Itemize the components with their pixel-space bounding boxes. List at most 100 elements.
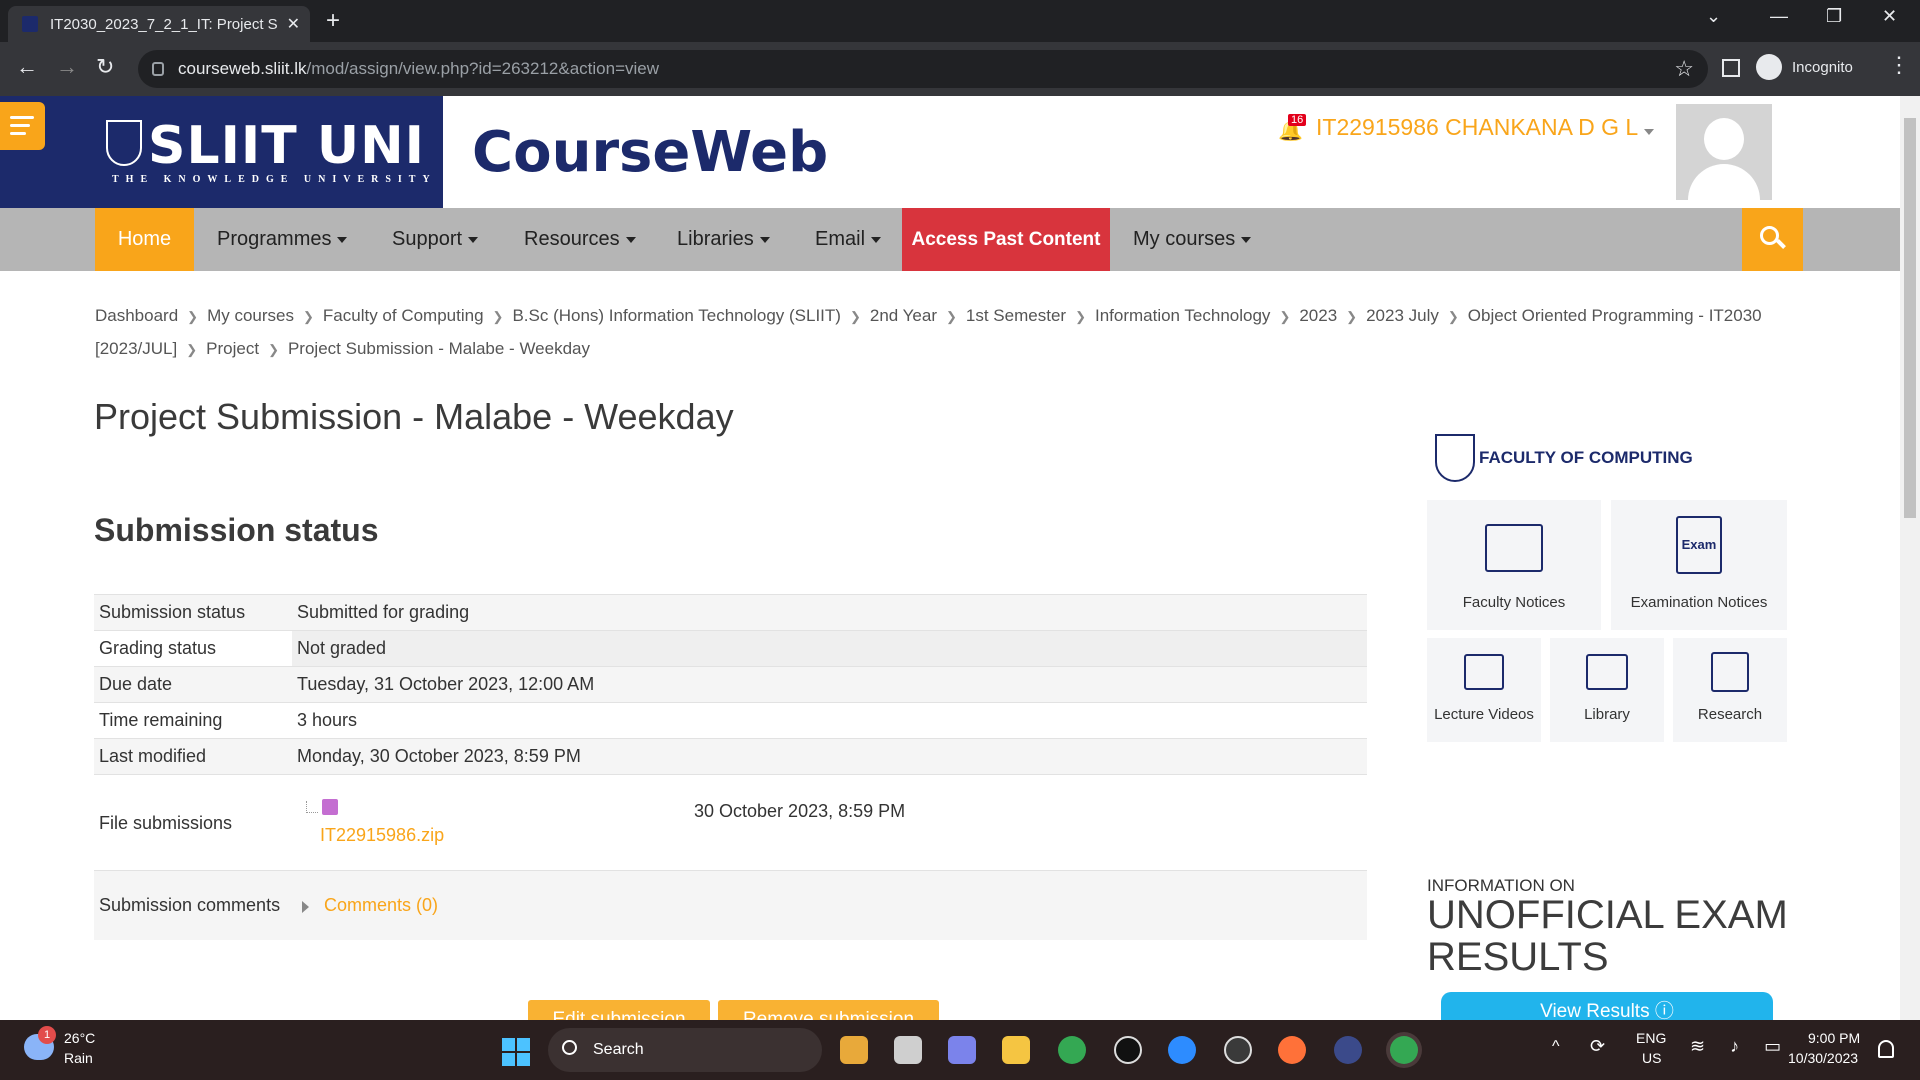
tab-search-icon[interactable]: ⌄ (1706, 6, 1721, 27)
submission-comments-row: Submission comments Comments (0) (94, 870, 1367, 940)
comments-link[interactable]: Comments (0) (324, 895, 438, 916)
breadcrumb-item[interactable]: My courses (207, 306, 294, 325)
nav-programmes[interactable]: Programmes (217, 208, 348, 271)
nav-home[interactable]: Home (95, 208, 194, 271)
taskbar-search[interactable]: Search (548, 1028, 822, 1072)
breadcrumb-item[interactable]: 1st Semester (966, 306, 1066, 325)
nav-support-label: Support (392, 228, 463, 250)
breadcrumb: Dashboard ❯ My courses ❯ Faculty of Computin… (95, 306, 1762, 358)
breadcrumb-item[interactable]: Faculty of Computing (323, 306, 484, 325)
breadcrumb-item[interactable]: 2023 (1299, 306, 1337, 325)
scrollbar-thumb[interactable] (1904, 118, 1916, 518)
sliit-shield-icon (106, 120, 142, 166)
forward-icon[interactable]: → (56, 54, 78, 80)
taskbar-search-label: Search (593, 1041, 644, 1058)
table-row: Due date Tuesday, 31 October 2023, 12:00 … (94, 666, 1367, 703)
close-window-icon[interactable]: ✕ (1882, 6, 1897, 27)
notification-center-icon[interactable] (1878, 1040, 1894, 1058)
browser-menu-icon[interactable]: ⋮ (1888, 52, 1910, 78)
obs-icon[interactable] (1224, 1036, 1252, 1064)
nav-resources[interactable]: Resources (524, 208, 636, 271)
faculty-shield-icon (1435, 434, 1475, 482)
eclipse-icon[interactable] (1334, 1036, 1362, 1064)
teams-chat-icon[interactable] (948, 1036, 976, 1064)
avatar[interactable] (1676, 104, 1772, 200)
url-field[interactable]: courseweb.sliit.lk/mod/assign/view.php?i… (138, 50, 1708, 88)
wifi-volume-battery-icons[interactable]: ≋ ♪ ▭ (1690, 1036, 1791, 1057)
archive-file-icon (322, 799, 338, 815)
row-value: Not graded (292, 630, 1367, 667)
chevron-down-icon (1241, 236, 1252, 243)
tray-overflow-icon[interactable]: ^ (1552, 1038, 1560, 1056)
nav-email[interactable]: Email (815, 208, 882, 271)
expand-arrow-icon[interactable] (302, 901, 309, 913)
breadcrumb-item[interactable]: Project (206, 339, 259, 358)
tile-research[interactable]: Research (1673, 638, 1787, 742)
breadcrumb-item[interactable]: B.Sc (Hons) Information Technology (SLII… (512, 306, 841, 325)
breadcrumb-item[interactable]: Information Technology (1095, 306, 1270, 325)
row-label: Grading status (94, 630, 292, 667)
section-title: Submission status (94, 512, 379, 548)
search-icon (562, 1040, 577, 1055)
reload-icon[interactable]: ↻ (96, 54, 114, 80)
nav-access-past-content[interactable]: Access Past Content (902, 208, 1110, 271)
brand-title[interactable]: CourseWeb (472, 120, 828, 185)
page-scrollbar[interactable] (1900, 96, 1920, 1020)
file-link[interactable]: IT22915986.zip (320, 825, 444, 846)
minimize-icon[interactable]: — (1770, 6, 1788, 27)
clock-date[interactable]: 10/30/2023 (1788, 1050, 1858, 1066)
keyboard-layout-indicator[interactable]: US (1642, 1050, 1661, 1066)
back-icon[interactable]: ← (16, 54, 38, 80)
close-tab-icon[interactable]: ✕ (287, 14, 300, 34)
tile-examination-notices[interactable]: Exam Examination Notices (1611, 500, 1787, 630)
documents-icon (1711, 652, 1749, 692)
main-nav: Home Programmes Support Resources Librar… (0, 208, 1900, 271)
row-label: Submission comments (99, 895, 281, 915)
logo-text: SLIIT UNI (148, 116, 425, 176)
nav-my-courses[interactable]: My courses (1133, 208, 1252, 271)
table-row: Time remaining 3 hours (94, 702, 1367, 739)
site-favicon-icon (22, 16, 38, 32)
chevron-down-icon (871, 236, 882, 243)
dell-icon[interactable] (1114, 1036, 1142, 1064)
zoom-icon[interactable] (1168, 1036, 1196, 1064)
incognito-indicator[interactable]: Incognito (1756, 54, 1853, 80)
firefox-icon[interactable] (1278, 1036, 1306, 1064)
sliit-logo[interactable]: SLIIT UNI THE KNOWLEDGE UNIVERSITY (0, 96, 443, 208)
bookmark-star-icon[interactable]: ☆ (1674, 56, 1694, 82)
books-icon (1586, 654, 1628, 690)
breadcrumb-item[interactable]: 2nd Year (870, 306, 937, 325)
tile-faculty-notices[interactable]: Faculty Notices (1427, 500, 1601, 630)
drawer-toggle-button[interactable] (0, 102, 45, 150)
new-tab-icon[interactable]: + (326, 8, 340, 34)
file-date: 30 October 2023, 8:59 PM (694, 801, 906, 821)
language-indicator[interactable]: ENG (1636, 1030, 1666, 1046)
clock-time[interactable]: 9:00 PM (1808, 1030, 1860, 1046)
restore-icon[interactable]: ❐ (1826, 6, 1842, 27)
table-row: Grading status Not graded (94, 630, 1367, 667)
nav-programmes-label: Programmes (217, 228, 332, 250)
chrome-icon[interactable] (1058, 1036, 1086, 1064)
faculty-logo[interactable]: FACULTY OF COMPUTING (1435, 434, 1693, 482)
chrome-incognito-icon[interactable] (1390, 1036, 1418, 1064)
tile-library[interactable]: Library (1550, 638, 1664, 742)
sync-icon[interactable]: ⟳ (1590, 1036, 1605, 1057)
tile-lecture-videos[interactable]: Lecture Videos (1427, 638, 1541, 742)
file-explorer-icon[interactable] (1002, 1036, 1030, 1064)
row-label: Submission status (94, 594, 292, 631)
browser-tab[interactable]: IT2030_2023_7_2_1_IT: Project Su ✕ (8, 6, 310, 42)
task-view-icon[interactable] (894, 1036, 922, 1064)
breadcrumb-item[interactable]: Dashboard (95, 306, 178, 325)
row-label: Time remaining (94, 702, 292, 739)
copilot-app-icon[interactable] (840, 1036, 868, 1064)
side-panel-icon[interactable] (1722, 59, 1740, 77)
windows-start-icon[interactable] (502, 1038, 530, 1066)
weather-description: Rain (64, 1050, 93, 1066)
nav-libraries[interactable]: Libraries (677, 208, 770, 271)
user-menu[interactable]: IT22915986 CHANKANA D G L (1316, 114, 1655, 141)
notification-count-badge: 16 (1288, 114, 1307, 126)
nav-support[interactable]: Support (392, 208, 479, 271)
search-button[interactable] (1742, 208, 1803, 271)
breadcrumb-item[interactable]: 2023 July (1366, 306, 1439, 325)
submission-status-table: Submission status Submitted for grading G… (94, 594, 1367, 775)
